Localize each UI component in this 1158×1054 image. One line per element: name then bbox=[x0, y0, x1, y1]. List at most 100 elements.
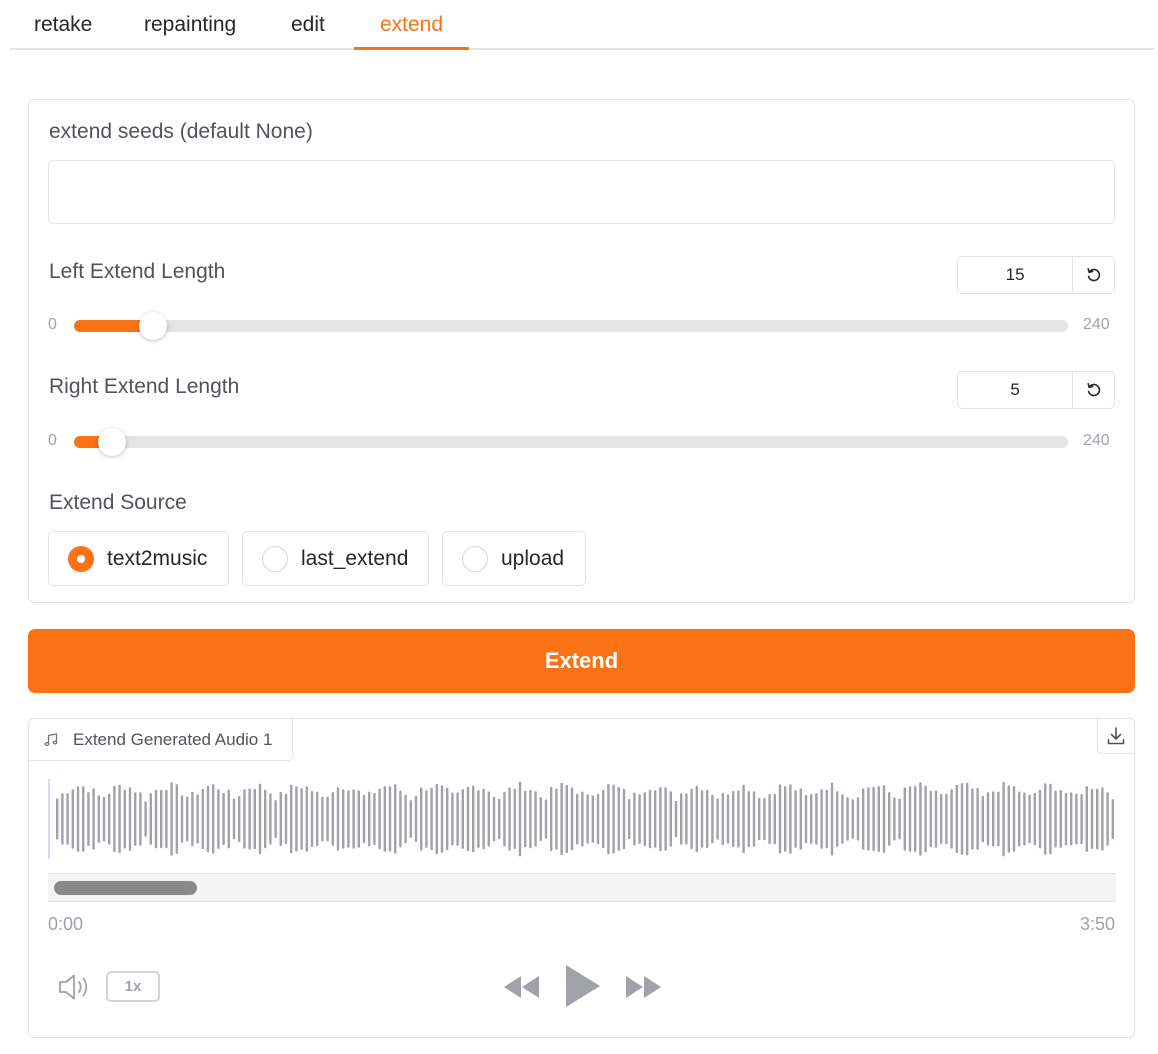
waveform-bar bbox=[1085, 786, 1088, 852]
waveform-bar bbox=[934, 790, 938, 848]
radio-upload-label: upload bbox=[501, 546, 565, 570]
play-button[interactable] bbox=[564, 964, 602, 1013]
waveform-bar bbox=[71, 789, 74, 849]
waveform-bar bbox=[300, 788, 303, 850]
waveform-bar bbox=[290, 784, 293, 854]
left-extend-slider[interactable] bbox=[74, 312, 1068, 340]
waveform-bar bbox=[622, 788, 626, 850]
waveform-bar bbox=[820, 789, 823, 849]
waveform-bar bbox=[123, 789, 126, 849]
radio-button[interactable] bbox=[262, 545, 288, 572]
waveform-bar bbox=[222, 792, 225, 846]
waveform-bar bbox=[253, 788, 256, 850]
play-icon bbox=[566, 965, 600, 1007]
waveform-bar bbox=[487, 791, 490, 847]
waveform-bar bbox=[695, 785, 698, 853]
waveform-bar bbox=[1028, 794, 1031, 844]
left-extend-number-input[interactable]: 15 bbox=[958, 257, 1072, 293]
waveform-bar bbox=[1044, 783, 1047, 855]
waveform-bar bbox=[726, 794, 730, 844]
waveform-bar bbox=[414, 795, 418, 843]
waveform-bar bbox=[966, 782, 969, 856]
waveform-bar bbox=[243, 789, 246, 849]
waveform-bar bbox=[388, 786, 392, 852]
fast-forward-button[interactable] bbox=[624, 974, 662, 1005]
right-extend-slider-thumb[interactable] bbox=[98, 428, 127, 456]
waveform-bar bbox=[1054, 790, 1057, 848]
waveform-bar bbox=[404, 794, 407, 844]
tab-edit[interactable]: edit bbox=[291, 0, 325, 50]
waveform-bar bbox=[118, 784, 121, 854]
radio-last-extend[interactable]: last_extend bbox=[242, 531, 429, 586]
waveform-bar bbox=[1012, 786, 1016, 852]
right-extend-reset-button[interactable] bbox=[1072, 372, 1114, 408]
waveform-bar bbox=[1002, 781, 1005, 857]
waveform-bar bbox=[804, 794, 808, 844]
waveform-bar bbox=[576, 793, 579, 845]
waveform-bar bbox=[1018, 791, 1021, 847]
waveform-bar bbox=[461, 789, 464, 849]
waveform-bar bbox=[659, 787, 662, 852]
waveform-bar bbox=[945, 793, 948, 845]
waveform-bar bbox=[669, 791, 672, 847]
waveform-bar bbox=[82, 786, 85, 852]
waveform-bar bbox=[534, 791, 537, 847]
waveform-bar bbox=[248, 788, 251, 850]
rewind-button[interactable] bbox=[503, 974, 541, 1005]
waveform-bar bbox=[1023, 792, 1026, 846]
right-extend-slider[interactable] bbox=[74, 428, 1068, 456]
waveform-scrollbar-thumb[interactable] bbox=[54, 881, 197, 895]
waveform-bar bbox=[607, 783, 610, 855]
volume-button[interactable] bbox=[57, 972, 93, 1002]
playback-rate-button[interactable]: 1x bbox=[106, 971, 160, 1002]
tab-repainting[interactable]: repainting bbox=[144, 0, 236, 50]
waveform-bar bbox=[425, 790, 428, 848]
radio-button-selected[interactable] bbox=[68, 545, 94, 572]
waveform-bar bbox=[513, 788, 516, 849]
right-extend-number-input[interactable]: 5 bbox=[958, 372, 1072, 408]
extend-seeds-input[interactable] bbox=[48, 160, 1115, 224]
waveform-bar bbox=[971, 788, 974, 850]
waveform-bar bbox=[305, 786, 308, 852]
waveform-bar bbox=[420, 787, 423, 851]
waveform-bar bbox=[113, 785, 116, 853]
waveform-bar bbox=[914, 786, 917, 852]
waveform-bar bbox=[664, 787, 667, 851]
waveform-bar bbox=[711, 794, 714, 844]
waveform-bar bbox=[238, 796, 241, 842]
left-extend-number-box: 15 bbox=[957, 256, 1115, 294]
waveform-bar bbox=[435, 783, 438, 855]
waveform-bar bbox=[992, 791, 995, 847]
waveform-bar bbox=[763, 797, 766, 841]
download-icon bbox=[1107, 727, 1125, 745]
waveform-bar bbox=[929, 790, 932, 848]
waveform-bar bbox=[919, 782, 922, 856]
waveform-bar bbox=[555, 788, 558, 850]
radio-upload[interactable]: upload bbox=[442, 531, 586, 586]
tab-extend[interactable]: extend bbox=[354, 0, 469, 50]
waveform-bar bbox=[737, 790, 740, 848]
extend-button[interactable]: Extend bbox=[28, 629, 1135, 693]
waveform-bar bbox=[170, 782, 173, 856]
waveform-bar bbox=[1038, 789, 1042, 849]
tab-retake[interactable]: retake bbox=[34, 0, 92, 50]
waveform-bar bbox=[872, 786, 875, 852]
waveform-bar bbox=[201, 788, 204, 850]
waveform-bar bbox=[539, 797, 542, 841]
download-button[interactable] bbox=[1097, 718, 1135, 754]
waveform-bar bbox=[591, 795, 594, 843]
waveform-bar bbox=[773, 793, 776, 845]
waveform-bar bbox=[518, 781, 522, 857]
waveform-scrollbar[interactable] bbox=[48, 873, 1116, 902]
radio-text2music[interactable]: text2music bbox=[48, 531, 229, 586]
radio-text2music-label: text2music bbox=[107, 546, 208, 570]
waveform-bar bbox=[581, 791, 584, 847]
waveform-bar bbox=[758, 797, 761, 841]
waveform-bar bbox=[128, 787, 132, 851]
right-extend-number-box: 5 bbox=[957, 371, 1115, 409]
left-extend-reset-button[interactable] bbox=[1072, 257, 1114, 293]
left-extend-slider-thumb[interactable] bbox=[139, 312, 167, 340]
audio-waveform[interactable] bbox=[48, 777, 1116, 861]
radio-button[interactable] bbox=[462, 545, 488, 572]
waveform-bar bbox=[212, 784, 215, 854]
